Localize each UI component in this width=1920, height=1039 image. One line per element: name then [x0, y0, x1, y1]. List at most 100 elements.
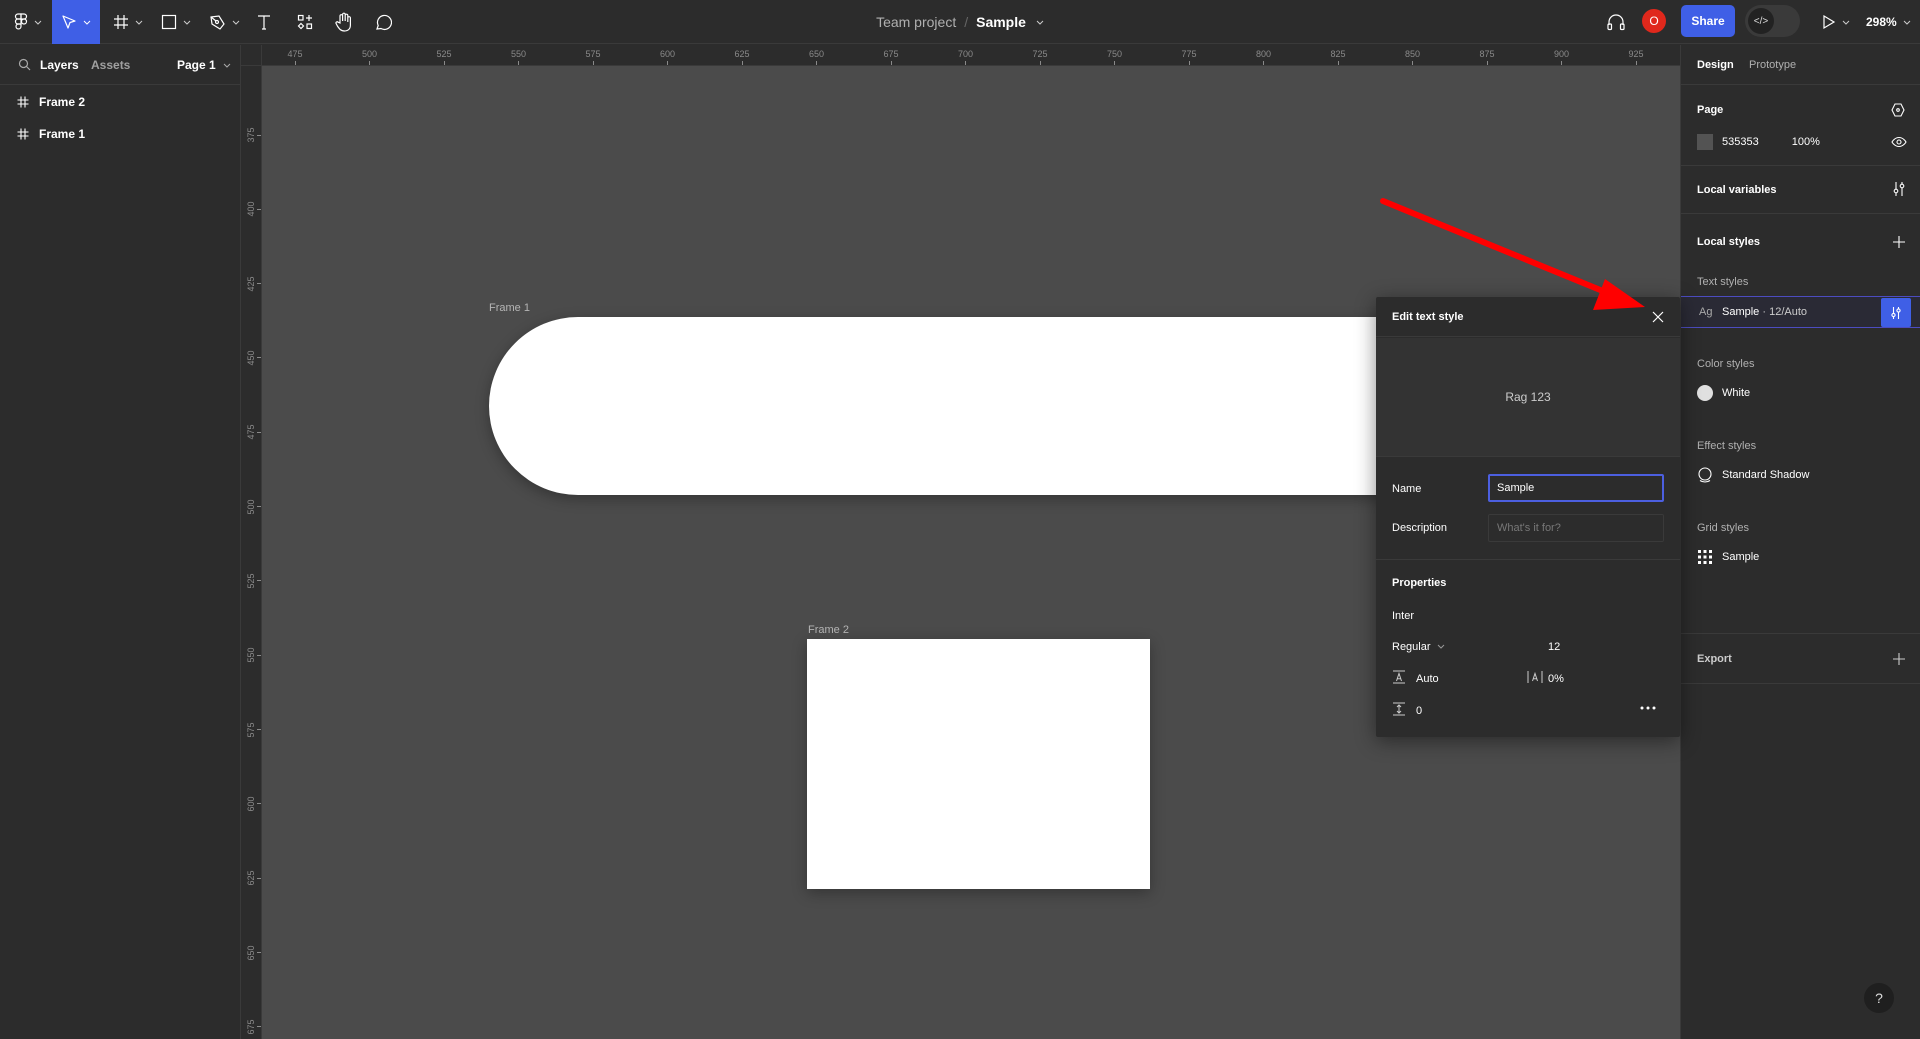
right-panel: Design Prototype Page 535353 100% Local … [1680, 45, 1920, 1039]
hash-frame-icon [114, 15, 128, 29]
page-section: Page 535353 100% [1681, 85, 1920, 166]
font-weight-select[interactable]: Regular [1392, 641, 1445, 653]
audio-button[interactable] [1603, 0, 1629, 44]
local-styles-label: Local styles [1697, 236, 1760, 248]
hand-tool-button[interactable] [331, 0, 357, 44]
chevron-down-icon [1842, 20, 1850, 25]
text-style-preview: Ag [1699, 306, 1713, 318]
help-button[interactable]: ? [1864, 983, 1894, 1013]
font-size-input[interactable]: 12 [1548, 641, 1560, 653]
layer-row-frame-1[interactable]: Frame 1 [0, 118, 240, 150]
tab-assets[interactable]: Assets [91, 58, 130, 72]
dev-mode-toggle[interactable]: </> [1745, 5, 1800, 37]
layer-row-frame-2[interactable]: Frame 2 [0, 86, 240, 118]
page-opacity[interactable]: 100% [1792, 136, 1820, 148]
styles-toggle-icon[interactable] [1891, 102, 1907, 118]
rectangle-icon [161, 14, 177, 30]
frame-icon [17, 128, 29, 140]
frame-tool-button[interactable] [110, 0, 146, 44]
ruler-tick: 375 [241, 115, 261, 155]
shape-tool-button[interactable] [158, 0, 194, 44]
chevron-down-icon[interactable] [1036, 18, 1044, 26]
move-tool-button[interactable] [52, 0, 100, 44]
frame-1[interactable] [489, 317, 1489, 495]
avatar[interactable]: O [1642, 9, 1666, 33]
tab-layers[interactable]: Layers [40, 58, 79, 72]
left-panel-tabs: Layers Assets Page 1 [0, 45, 240, 85]
paragraph-spacing-input[interactable]: 0 [1416, 705, 1422, 717]
horizontal-ruler: 475 500 525 550 575 600 625 650 675 700 725 750 775 8… [262, 45, 1680, 66]
ruler-tick: 800 [1244, 45, 1284, 65]
line-height-input[interactable]: Auto [1416, 673, 1439, 685]
edit-style-button[interactable] [1881, 298, 1911, 327]
color-style-row-white[interactable]: White [1697, 385, 1750, 401]
frame-2[interactable] [807, 639, 1150, 889]
page-background-row[interactable]: 535353 100% [1697, 134, 1820, 150]
tab-design[interactable]: Design [1697, 59, 1734, 71]
ruler-tick: 750 [1095, 45, 1135, 65]
grid-style-row-sample[interactable]: Sample [1697, 549, 1759, 565]
name-input[interactable] [1488, 474, 1664, 502]
ruler-tick: 575 [573, 45, 613, 65]
team-name[interactable]: Team project [876, 14, 956, 30]
name-label: Name [1392, 483, 1422, 495]
text-tool-button[interactable] [252, 0, 276, 44]
speech-bubble-icon [376, 14, 392, 31]
description-input[interactable] [1488, 514, 1664, 542]
ruler-tick: 700 [946, 45, 986, 65]
main-menu-button[interactable] [10, 0, 46, 44]
page-section-title: Page [1697, 104, 1724, 116]
grid-style-name: Sample [1722, 551, 1760, 563]
page-color-hex[interactable]: 535353 [1722, 136, 1759, 148]
variables-settings-icon[interactable] [1891, 181, 1907, 197]
ruler-tick: 600 [241, 784, 261, 824]
file-breadcrumb: Team project / Sample [0, 0, 1920, 44]
local-variables-label[interactable]: Local variables [1697, 184, 1777, 196]
plus-icon[interactable] [1891, 651, 1907, 667]
frame-icon [17, 96, 29, 108]
ruler-tick: 675 [871, 45, 911, 65]
ruler-tick: 625 [241, 858, 261, 898]
more-options-button[interactable] [1637, 698, 1659, 718]
close-button[interactable] [1651, 310, 1665, 324]
ruler-tick: 400 [241, 189, 261, 229]
chevron-down-icon [183, 20, 191, 25]
dialog-header: Edit text style [1376, 297, 1680, 337]
page-selector-label: Page 1 [177, 58, 216, 72]
search-icon[interactable] [18, 58, 31, 71]
ruler-tick: 675 [241, 1007, 261, 1039]
font-family-select[interactable]: Inter [1392, 610, 1414, 622]
chevron-down-icon [232, 20, 239, 25]
pen-tool-button[interactable] [206, 0, 242, 44]
layer-name: Frame 2 [39, 95, 86, 109]
zoom-dropdown[interactable]: 298% [1866, 0, 1911, 44]
ruler-corner [241, 45, 262, 66]
share-button[interactable]: Share [1681, 5, 1735, 37]
style-settings-icon [1891, 306, 1901, 319]
page-color-swatch[interactable] [1697, 134, 1713, 150]
tab-prototype[interactable]: Prototype [1749, 59, 1796, 71]
layer-name: Frame 1 [39, 127, 86, 141]
color-style-name: White [1722, 387, 1751, 399]
text-T-icon [258, 15, 270, 30]
color-styles-heading: Color styles [1697, 358, 1755, 370]
ruler-tick: 650 [797, 45, 837, 65]
plus-icon[interactable] [1891, 234, 1907, 250]
page-selector[interactable]: Page 1 [177, 58, 231, 72]
effect-style-row-standard-shadow[interactable]: Standard Shadow [1697, 467, 1809, 483]
description-label: Description [1392, 522, 1448, 534]
comment-tool-button[interactable] [370, 0, 396, 44]
file-name[interactable]: Sample [976, 14, 1026, 30]
ruler-tick: 425 [241, 264, 261, 304]
frame-2-label[interactable]: Frame 2 [808, 624, 849, 636]
present-button[interactable] [1818, 0, 1854, 44]
letter-spacing-input[interactable]: 0% [1548, 673, 1564, 685]
text-style-row-sample[interactable]: Ag Sample · 12/Auto [1681, 296, 1920, 328]
eye-icon[interactable] [1891, 134, 1907, 150]
resources-tool-button[interactable] [293, 0, 317, 44]
chevron-down-icon [1903, 20, 1911, 25]
ruler-tick: 525 [241, 561, 261, 601]
letter-spacing-icon [1527, 671, 1543, 683]
export-section: Export [1681, 634, 1920, 684]
frame-1-label[interactable]: Frame 1 [489, 302, 530, 314]
